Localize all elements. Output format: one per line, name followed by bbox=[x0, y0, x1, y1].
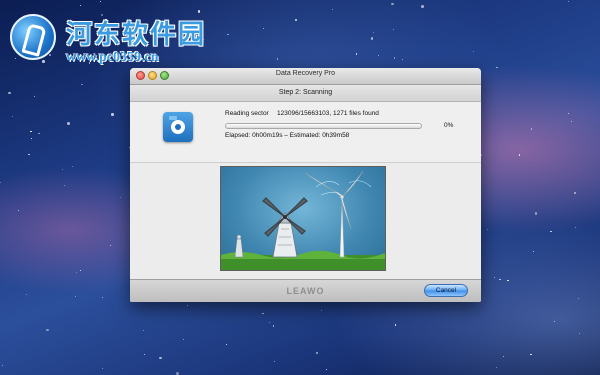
star bbox=[119, 196, 121, 199]
watermark-title: 河东软件园 bbox=[66, 20, 207, 50]
star bbox=[373, 32, 375, 34]
star bbox=[578, 333, 581, 335]
star bbox=[496, 66, 498, 68]
star bbox=[80, 270, 82, 272]
star bbox=[30, 131, 32, 133]
star bbox=[67, 122, 70, 125]
star bbox=[575, 227, 577, 229]
star bbox=[38, 132, 40, 134]
scan-status-panel: Reading sector 123096/15663103, 1271 fil… bbox=[130, 102, 481, 163]
cancel-button[interactable]: Cancel bbox=[424, 284, 468, 297]
star bbox=[567, 113, 569, 115]
star bbox=[378, 54, 380, 56]
star bbox=[507, 280, 509, 282]
step-header: Step 2: Scanning bbox=[130, 85, 481, 102]
star bbox=[33, 95, 36, 97]
star bbox=[494, 277, 496, 279]
star bbox=[76, 271, 78, 273]
star bbox=[269, 322, 271, 324]
star bbox=[8, 91, 11, 94]
star bbox=[25, 293, 27, 295]
star bbox=[276, 58, 278, 60]
star bbox=[225, 344, 228, 346]
star bbox=[534, 212, 538, 215]
star bbox=[182, 338, 184, 340]
star bbox=[11, 115, 13, 117]
reading-sector-value: 123096/15663103, 1271 files found bbox=[277, 110, 379, 117]
star bbox=[272, 325, 275, 327]
star bbox=[263, 28, 265, 30]
star bbox=[518, 154, 520, 156]
star bbox=[111, 113, 114, 116]
camera-lens-icon bbox=[171, 120, 185, 134]
watermark-logo-icon bbox=[10, 14, 56, 60]
star bbox=[472, 50, 474, 53]
star bbox=[64, 185, 66, 187]
star bbox=[30, 137, 33, 139]
photo-recovery-icon bbox=[163, 112, 193, 142]
star bbox=[391, 2, 394, 6]
star bbox=[495, 367, 497, 369]
scan-progress-bar bbox=[225, 123, 422, 129]
star bbox=[550, 230, 552, 233]
star bbox=[325, 369, 328, 371]
star bbox=[315, 351, 319, 355]
app-window: Data Recovery Pro Step 2: Scanning Readi… bbox=[130, 68, 481, 302]
star bbox=[577, 297, 579, 300]
star bbox=[2, 364, 4, 367]
reading-sector-label: Reading sector bbox=[225, 110, 269, 117]
star bbox=[321, 309, 323, 312]
star bbox=[61, 169, 63, 171]
star bbox=[72, 165, 74, 167]
star bbox=[356, 53, 358, 55]
star bbox=[142, 329, 144, 331]
star bbox=[571, 121, 573, 123]
star bbox=[530, 353, 532, 355]
watermark: 河东软件园 www.pc0359.cn bbox=[4, 6, 244, 66]
star bbox=[487, 229, 489, 231]
star bbox=[532, 250, 534, 252]
star bbox=[573, 191, 577, 195]
windmill-illustration-graphic bbox=[221, 170, 385, 270]
star bbox=[101, 367, 104, 369]
star bbox=[81, 83, 83, 85]
watermark-url: www.pc0359.cn bbox=[66, 50, 159, 65]
star bbox=[568, 0, 570, 2]
star bbox=[499, 278, 501, 280]
star bbox=[421, 5, 424, 8]
star bbox=[262, 312, 264, 314]
star bbox=[143, 353, 145, 356]
star bbox=[370, 37, 374, 40]
star bbox=[295, 19, 297, 21]
progress-percent: 0% bbox=[444, 122, 454, 129]
star bbox=[401, 58, 404, 61]
star bbox=[74, 295, 76, 298]
star bbox=[101, 296, 103, 299]
star bbox=[28, 153, 30, 155]
star bbox=[159, 356, 162, 360]
star bbox=[109, 245, 112, 247]
star bbox=[331, 8, 333, 11]
star bbox=[0, 181, 2, 183]
elapsed-estimated-time: Elapsed: 0h00m19s – Estimated: 0h39m58 bbox=[225, 132, 350, 139]
star bbox=[186, 304, 188, 306]
title-bar[interactable]: Data Recovery Pro bbox=[130, 68, 481, 85]
content-area bbox=[130, 163, 481, 278]
star bbox=[554, 320, 556, 323]
star bbox=[17, 210, 19, 212]
footer-bar: LEAWO Cancel bbox=[130, 279, 481, 302]
star bbox=[394, 324, 397, 326]
star bbox=[274, 360, 276, 362]
star bbox=[393, 57, 396, 59]
step-title: Step 2: Scanning bbox=[278, 89, 333, 96]
star bbox=[46, 328, 49, 332]
star bbox=[99, 1, 102, 3]
star bbox=[393, 28, 395, 30]
windmill-illustration bbox=[221, 167, 385, 270]
star bbox=[531, 128, 533, 130]
window-title: Data Recovery Pro bbox=[275, 70, 336, 77]
star bbox=[502, 355, 504, 357]
